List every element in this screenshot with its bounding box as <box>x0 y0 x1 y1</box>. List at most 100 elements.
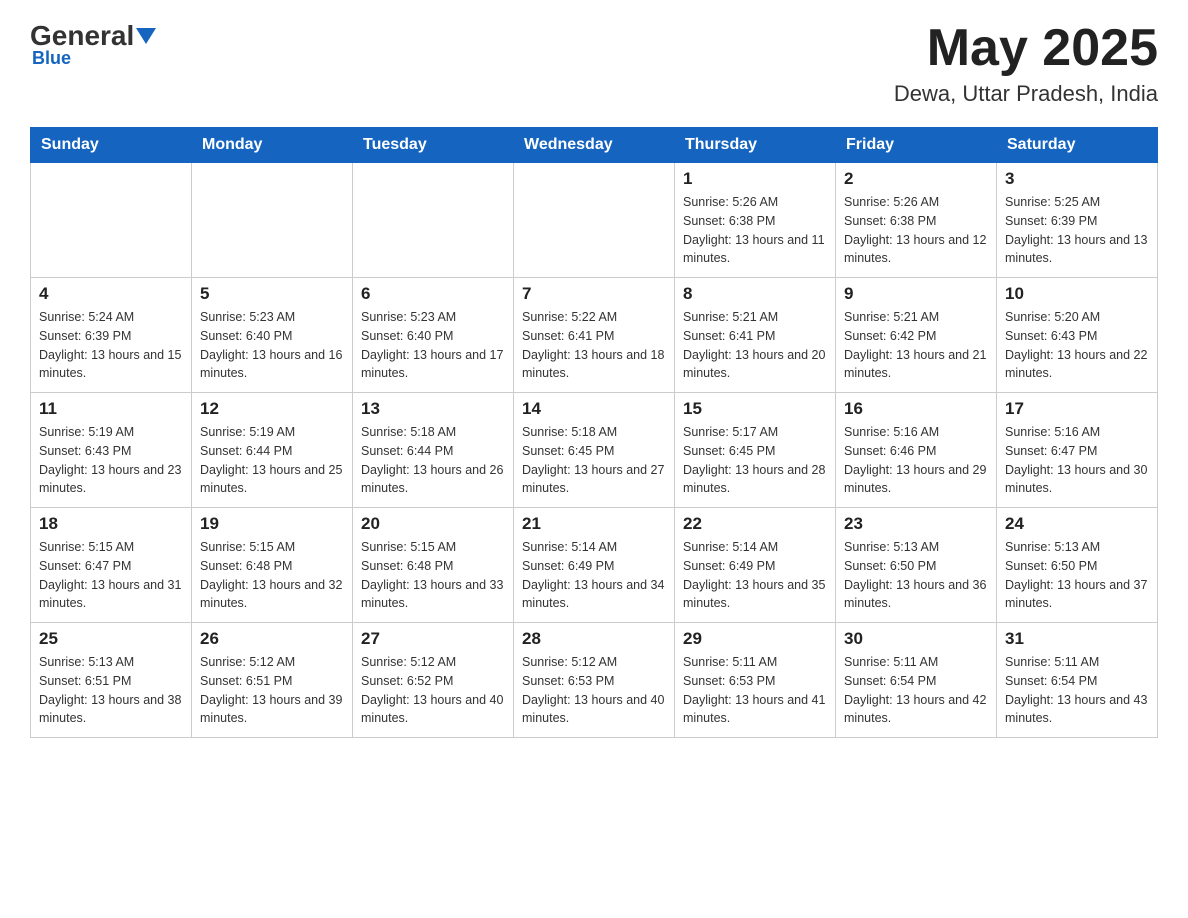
day-number: 28 <box>522 629 666 649</box>
day-number: 17 <box>1005 399 1149 419</box>
day-cell: 8 Sunrise: 5:21 AMSunset: 6:41 PMDaylight… <box>675 278 836 393</box>
day-cell: 3Sunrise: 5:25 AMSunset: 6:39 PMDaylight… <box>997 163 1158 278</box>
day-number: 23 <box>844 514 988 534</box>
day-cell: 22 Sunrise: 5:14 AMSunset: 6:49 PMDayligh… <box>675 508 836 623</box>
day-number: 30 <box>844 629 988 649</box>
calendar-header-row: Sunday Monday Tuesday Wednesday Thursday… <box>31 128 1158 163</box>
day-number: 10 <box>1005 284 1149 304</box>
day-cell: 9 Sunrise: 5:21 AMSunset: 6:42 PMDaylight… <box>836 278 997 393</box>
day-cell: 31 Sunrise: 5:11 AMSunset: 6:54 PMDayligh… <box>997 623 1158 738</box>
logo-blue-text: Blue <box>30 48 71 69</box>
day-cell <box>31 163 192 278</box>
day-info: Sunrise: 5:11 AMSunset: 6:54 PMDaylight:… <box>844 653 988 728</box>
day-number: 21 <box>522 514 666 534</box>
day-cell: 25 Sunrise: 5:13 AMSunset: 6:51 PMDayligh… <box>31 623 192 738</box>
day-info: Sunrise: 5:12 AMSunset: 6:52 PMDaylight:… <box>361 653 505 728</box>
day-info: Sunrise: 5:13 AMSunset: 6:50 PMDaylight:… <box>844 538 988 613</box>
week-row-4: 18Sunrise: 5:15 AMSunset: 6:47 PMDayligh… <box>31 508 1158 623</box>
day-cell: 4 Sunrise: 5:24 AMSunset: 6:39 PMDaylight… <box>31 278 192 393</box>
week-row-5: 25 Sunrise: 5:13 AMSunset: 6:51 PMDayligh… <box>31 623 1158 738</box>
day-cell <box>192 163 353 278</box>
day-cell: 2 Sunrise: 5:26 AMSunset: 6:38 PMDaylight… <box>836 163 997 278</box>
day-cell: 7 Sunrise: 5:22 AMSunset: 6:41 PMDaylight… <box>514 278 675 393</box>
day-info: Sunrise: 5:25 AMSunset: 6:39 PMDaylight:… <box>1005 193 1149 268</box>
day-cell: 21Sunrise: 5:14 AMSunset: 6:49 PMDayligh… <box>514 508 675 623</box>
day-cell: 1 Sunrise: 5:26 AMSunset: 6:38 PMDaylight… <box>675 163 836 278</box>
day-cell: 5Sunrise: 5:23 AMSunset: 6:40 PMDaylight… <box>192 278 353 393</box>
day-cell: 23 Sunrise: 5:13 AMSunset: 6:50 PMDayligh… <box>836 508 997 623</box>
day-number: 25 <box>39 629 183 649</box>
day-info: Sunrise: 5:13 AMSunset: 6:50 PMDaylight:… <box>1005 538 1149 613</box>
day-number: 6 <box>361 284 505 304</box>
week-row-2: 4 Sunrise: 5:24 AMSunset: 6:39 PMDaylight… <box>31 278 1158 393</box>
day-info: Sunrise: 5:12 AMSunset: 6:53 PMDaylight:… <box>522 653 666 728</box>
day-cell: 24 Sunrise: 5:13 AMSunset: 6:50 PMDayligh… <box>997 508 1158 623</box>
calendar-table: Sunday Monday Tuesday Wednesday Thursday… <box>30 127 1158 738</box>
day-info: Sunrise: 5:13 AMSunset: 6:51 PMDaylight:… <box>39 653 183 728</box>
day-number: 27 <box>361 629 505 649</box>
day-number: 20 <box>361 514 505 534</box>
col-friday: Friday <box>836 128 997 163</box>
day-cell: 14 Sunrise: 5:18 AMSunset: 6:45 PMDayligh… <box>514 393 675 508</box>
day-cell: 19 Sunrise: 5:15 AMSunset: 6:48 PMDayligh… <box>192 508 353 623</box>
day-info: Sunrise: 5:18 AMSunset: 6:44 PMDaylight:… <box>361 423 505 498</box>
day-info: Sunrise: 5:19 AMSunset: 6:43 PMDaylight:… <box>39 423 183 498</box>
logo-triangle-icon <box>136 28 156 44</box>
day-number: 8 <box>683 284 827 304</box>
week-row-3: 11 Sunrise: 5:19 AMSunset: 6:43 PMDayligh… <box>31 393 1158 508</box>
day-number: 24 <box>1005 514 1149 534</box>
day-info: Sunrise: 5:26 AMSunset: 6:38 PMDaylight:… <box>683 193 827 268</box>
col-wednesday: Wednesday <box>514 128 675 163</box>
day-number: 2 <box>844 169 988 189</box>
day-cell: 18Sunrise: 5:15 AMSunset: 6:47 PMDayligh… <box>31 508 192 623</box>
day-number: 18 <box>39 514 183 534</box>
day-number: 7 <box>522 284 666 304</box>
day-number: 14 <box>522 399 666 419</box>
day-cell: 29Sunrise: 5:11 AMSunset: 6:53 PMDayligh… <box>675 623 836 738</box>
col-saturday: Saturday <box>997 128 1158 163</box>
day-info: Sunrise: 5:21 AMSunset: 6:42 PMDaylight:… <box>844 308 988 383</box>
day-cell <box>514 163 675 278</box>
day-cell: 17Sunrise: 5:16 AMSunset: 6:47 PMDayligh… <box>997 393 1158 508</box>
day-info: Sunrise: 5:20 AMSunset: 6:43 PMDaylight:… <box>1005 308 1149 383</box>
day-cell: 15Sunrise: 5:17 AMSunset: 6:45 PMDayligh… <box>675 393 836 508</box>
day-info: Sunrise: 5:18 AMSunset: 6:45 PMDaylight:… <box>522 423 666 498</box>
day-info: Sunrise: 5:14 AMSunset: 6:49 PMDaylight:… <box>683 538 827 613</box>
day-number: 11 <box>39 399 183 419</box>
day-cell: 13Sunrise: 5:18 AMSunset: 6:44 PMDayligh… <box>353 393 514 508</box>
day-info: Sunrise: 5:23 AMSunset: 6:40 PMDaylight:… <box>361 308 505 383</box>
day-number: 16 <box>844 399 988 419</box>
day-cell: 12 Sunrise: 5:19 AMSunset: 6:44 PMDayligh… <box>192 393 353 508</box>
day-info: Sunrise: 5:15 AMSunset: 6:48 PMDaylight:… <box>361 538 505 613</box>
day-number: 1 <box>683 169 827 189</box>
day-info: Sunrise: 5:21 AMSunset: 6:41 PMDaylight:… <box>683 308 827 383</box>
day-info: Sunrise: 5:16 AMSunset: 6:46 PMDaylight:… <box>844 423 988 498</box>
day-info: Sunrise: 5:11 AMSunset: 6:53 PMDaylight:… <box>683 653 827 728</box>
day-info: Sunrise: 5:15 AMSunset: 6:48 PMDaylight:… <box>200 538 344 613</box>
day-cell: 10 Sunrise: 5:20 AMSunset: 6:43 PMDayligh… <box>997 278 1158 393</box>
calendar-title: May 2025 <box>894 20 1158 77</box>
day-info: Sunrise: 5:23 AMSunset: 6:40 PMDaylight:… <box>200 308 344 383</box>
day-cell: 30 Sunrise: 5:11 AMSunset: 6:54 PMDayligh… <box>836 623 997 738</box>
day-info: Sunrise: 5:11 AMSunset: 6:54 PMDaylight:… <box>1005 653 1149 728</box>
day-number: 12 <box>200 399 344 419</box>
col-sunday: Sunday <box>31 128 192 163</box>
col-thursday: Thursday <box>675 128 836 163</box>
day-cell: 6 Sunrise: 5:23 AMSunset: 6:40 PMDaylight… <box>353 278 514 393</box>
day-number: 22 <box>683 514 827 534</box>
col-monday: Monday <box>192 128 353 163</box>
day-info: Sunrise: 5:19 AMSunset: 6:44 PMDaylight:… <box>200 423 344 498</box>
day-number: 4 <box>39 284 183 304</box>
day-info: Sunrise: 5:12 AMSunset: 6:51 PMDaylight:… <box>200 653 344 728</box>
day-number: 9 <box>844 284 988 304</box>
day-cell: 16 Sunrise: 5:16 AMSunset: 6:46 PMDayligh… <box>836 393 997 508</box>
day-info: Sunrise: 5:24 AMSunset: 6:39 PMDaylight:… <box>39 308 183 383</box>
day-cell: 26 Sunrise: 5:12 AMSunset: 6:51 PMDayligh… <box>192 623 353 738</box>
day-number: 31 <box>1005 629 1149 649</box>
day-info: Sunrise: 5:22 AMSunset: 6:41 PMDaylight:… <box>522 308 666 383</box>
day-number: 19 <box>200 514 344 534</box>
day-cell <box>353 163 514 278</box>
day-number: 26 <box>200 629 344 649</box>
day-info: Sunrise: 5:26 AMSunset: 6:38 PMDaylight:… <box>844 193 988 268</box>
week-row-1: 1 Sunrise: 5:26 AMSunset: 6:38 PMDaylight… <box>31 163 1158 278</box>
